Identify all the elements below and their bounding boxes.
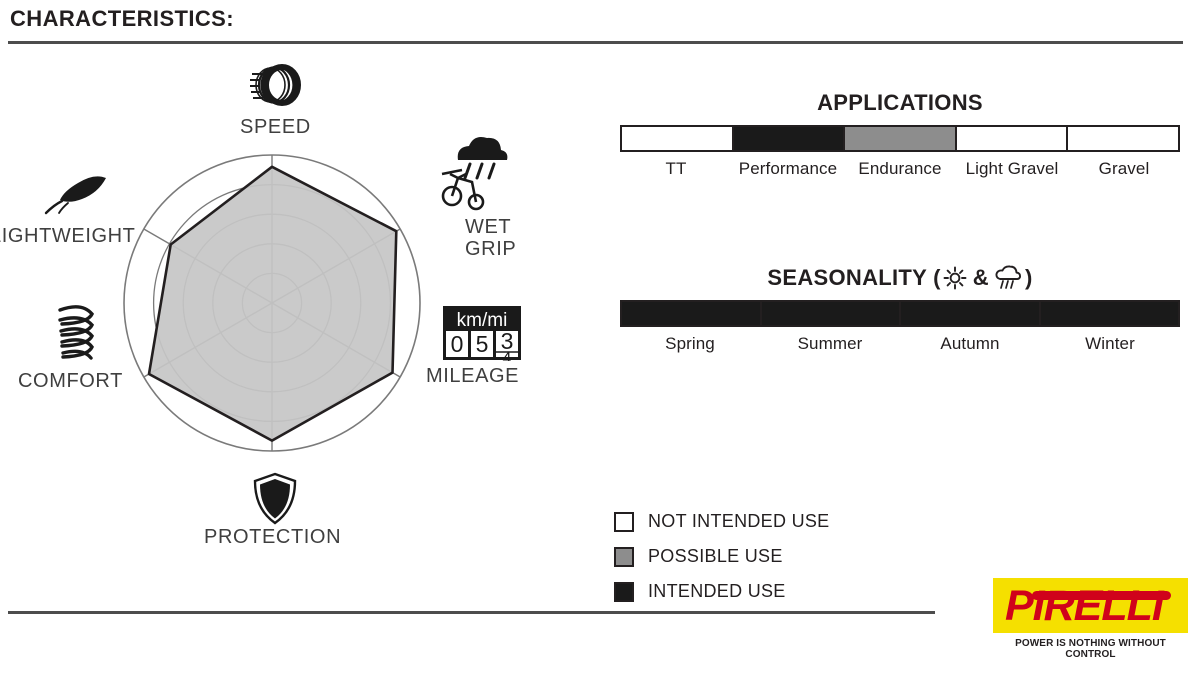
axis-label-wet-grip: WET GRIP <box>465 216 516 261</box>
seasonality-block: SEASONALITY ( &) Spring Summer Autumn W… <box>600 265 1200 354</box>
season-segment-winter[interactable] <box>1040 302 1178 325</box>
page-title: CHARACTERISTICS: <box>10 6 234 31</box>
axis-label-speed: SPEED <box>240 116 311 138</box>
season-label-summer: Summer <box>797 334 863 353</box>
application-label-light-gravel: Light Gravel <box>965 159 1059 178</box>
applications-bar-labels: TT Performance Endurance Light Gravel Gravel <box>620 159 1180 179</box>
svg-text:0: 0 <box>451 331 464 357</box>
pirelli-wordmark: PIRELLI <box>1005 582 1164 630</box>
radar-data-polygon <box>147 165 398 442</box>
application-label-performance: Performance <box>738 159 838 178</box>
pirelli-logo-bar <box>1032 591 1171 600</box>
svg-text:5: 5 <box>476 331 489 357</box>
sun-icon <box>943 266 967 290</box>
legend-row: POSSIBLE USE <box>614 539 830 574</box>
axis-label-mileage: MILEAGE <box>426 365 520 387</box>
footer-divider <box>8 611 935 614</box>
axis-label-lightweight: LIGHTWEIGHT <box>0 225 136 247</box>
applications-title-text: APPLICATIONS <box>817 90 983 115</box>
legend-swatch-intended <box>614 581 634 602</box>
legend-row: INTENDED USE <box>614 574 830 609</box>
application-segment-gravel[interactable] <box>1068 127 1178 150</box>
season-label-spring: Spring <box>665 334 715 353</box>
legend-label: POSSIBLE USE <box>648 546 783 566</box>
seasonality-title: SEASONALITY ( &) <box>600 265 1200 291</box>
header-divider <box>8 41 1183 44</box>
season-segment-spring[interactable] <box>622 302 762 325</box>
pirelli-logo: PIRELLI POWER IS NOTHING WITHOUT CONTROL <box>993 578 1188 660</box>
season-segment-summer[interactable] <box>761 302 901 325</box>
coil-spring-icon <box>48 300 104 373</box>
legend-row: NOT INTENDED USE <box>614 504 830 539</box>
application-segment-performance[interactable] <box>733 127 846 150</box>
season-label-autumn: Autumn <box>940 334 1000 353</box>
bike-rain-cloud-icon <box>432 130 508 221</box>
pirelli-tagline: POWER IS NOTHING WITHOUT CONTROL <box>1015 638 1166 660</box>
application-segment-tt[interactable] <box>622 127 734 150</box>
application-segment-light-gravel[interactable] <box>956 127 1069 150</box>
legend: NOT INTENDED USE POSSIBLE USE INTENDED USE <box>614 504 830 609</box>
radar-chart-panel: SPEED WET GRIP MILEAGE PROTECTION COMFOR… <box>0 48 580 568</box>
legend-swatch-not-intended <box>614 511 634 532</box>
seasonality-bar-labels: Spring Summer Autumn Winter <box>620 334 1180 354</box>
legend-swatch-possible <box>614 546 634 567</box>
pirelli-logo-plate: PIRELLI <box>993 578 1188 633</box>
season-label-winter: Winter <box>1085 334 1135 353</box>
application-segment-endurance[interactable] <box>845 127 957 150</box>
application-label-endurance: Endurance <box>858 159 942 178</box>
shield-icon <box>252 472 298 531</box>
application-label-tt: TT <box>665 159 687 178</box>
season-segment-autumn[interactable] <box>901 302 1041 325</box>
feather-icon <box>44 174 112 225</box>
applications-block: APPLICATIONS TT Performance Endurance Light… <box>600 90 1200 179</box>
right-column: APPLICATIONS TT Performance Endurance Light… <box>600 90 1200 354</box>
applications-bar <box>620 125 1180 152</box>
tire-wheel-icon <box>250 60 306 115</box>
legend-label: INTENDED USE <box>648 581 786 601</box>
axis-label-wet-grip-line2: GRIP <box>465 238 517 261</box>
svg-text:4: 4 <box>503 350 512 361</box>
applications-title: APPLICATIONS <box>600 90 1200 116</box>
application-label-gravel: Gravel <box>1098 159 1150 178</box>
legend-label: NOT INTENDED USE <box>648 511 830 531</box>
odometer-icon: km/mi 0 5 3 4 <box>442 305 522 367</box>
seasonality-title-prefix: SEASONALITY ( <box>767 265 941 290</box>
seasonality-bar <box>620 300 1180 327</box>
axis-label-comfort: COMFORT <box>18 370 123 392</box>
rain-cloud-icon <box>995 265 1021 289</box>
seasonality-title-amp: & <box>972 265 989 290</box>
seasonality-title-suffix: ) <box>1024 265 1033 290</box>
